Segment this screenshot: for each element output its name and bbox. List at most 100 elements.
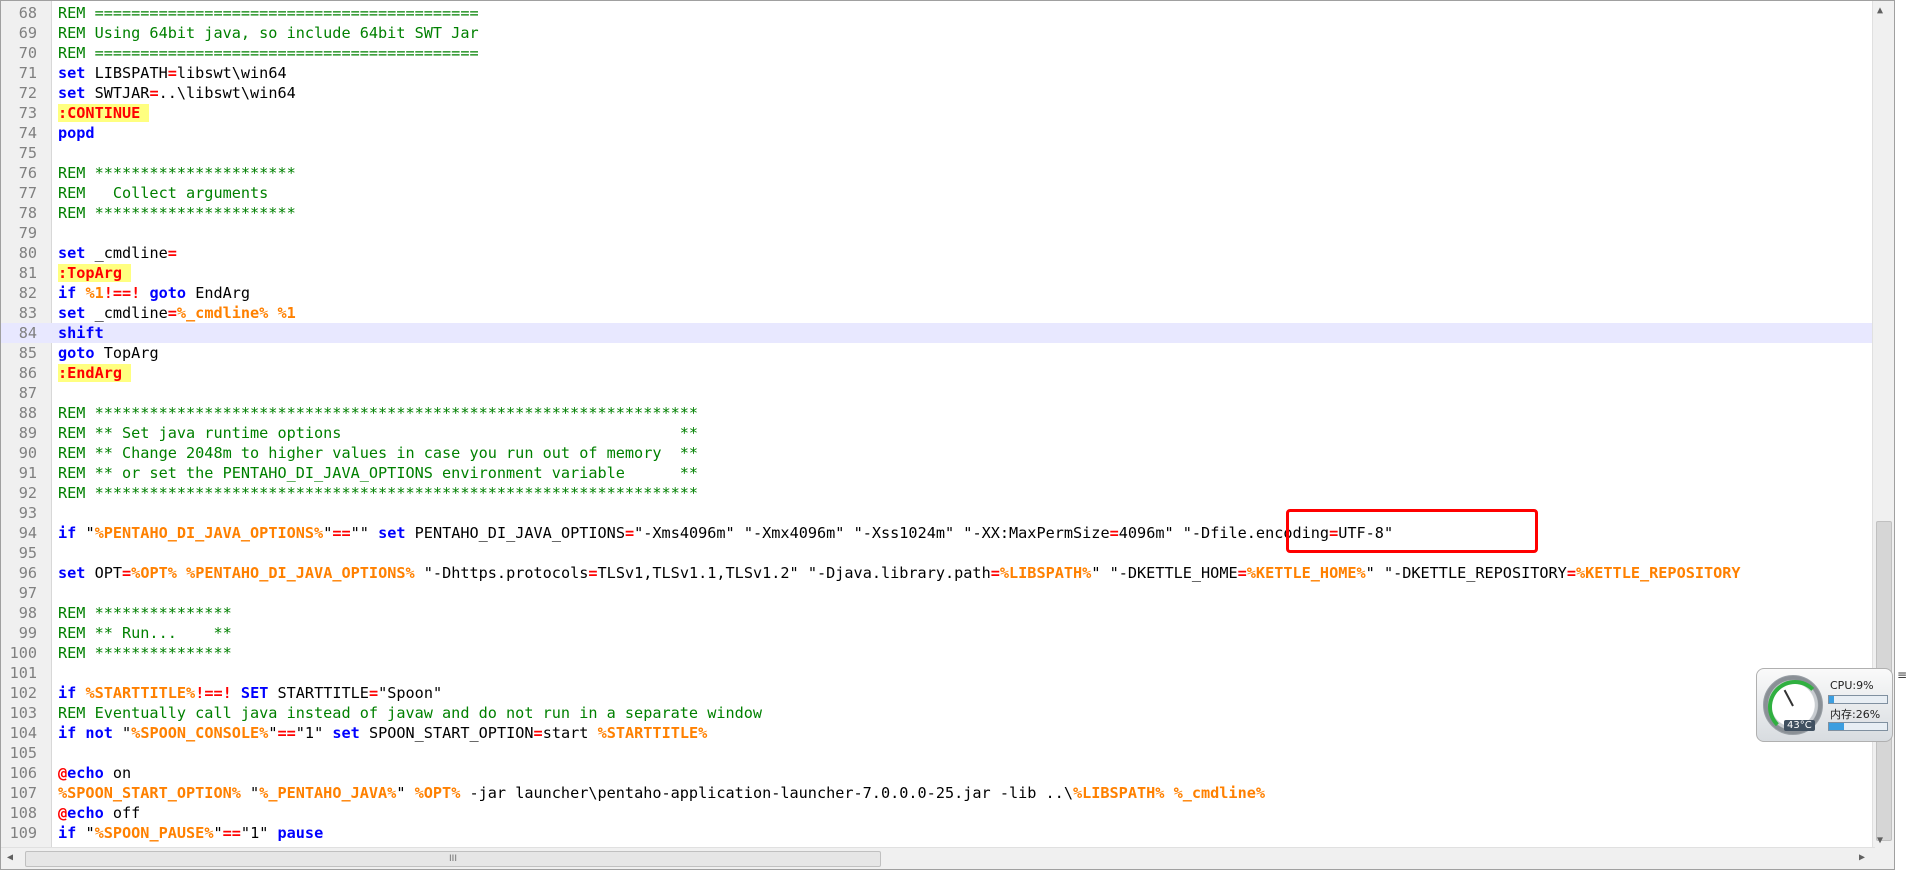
line-number: 96 <box>18 564 37 582</box>
code-line[interactable]: 85 goto TopArg <box>1 343 1894 363</box>
system-monitor-widget[interactable]: 43°C CPU:9% 内存:26% <box>1756 668 1893 742</box>
code-line[interactable]: 105 <box>1 743 1894 763</box>
code-token: TLSv1,TLSv1.1,TLSv1.2" "-Djava.library.p… <box>597 564 991 582</box>
code-line[interactable]: 76 REM ********************** <box>1 163 1894 183</box>
code-line[interactable]: 107 %SPOON_START_OPTION% "%_PENTAHO_JAVA%… <box>1 783 1894 803</box>
code-line[interactable]: 106 @echo on <box>1 763 1894 783</box>
code-line[interactable]: 74 popd <box>1 123 1894 143</box>
code-line[interactable]: 95 <box>1 543 1894 563</box>
line-code: :TopArg <box>58 263 132 283</box>
code-line[interactable]: 100 REM *************** <box>1 643 1894 663</box>
scroll-right-arrow-icon[interactable]: ▶ <box>1859 852 1865 863</box>
code-line[interactable]: 92 REM **********************************… <box>1 483 1894 503</box>
gauge-icon: 43°C <box>1763 675 1823 735</box>
code-line[interactable]: 72 set SWTJAR=..\libswt\win64 <box>1 83 1894 103</box>
code-token: = <box>1109 524 1119 542</box>
code-line[interactable]: 70 REM ==================================… <box>1 43 1894 63</box>
scrollbar-corner <box>1873 848 1894 869</box>
line-code: :EndArg <box>58 363 132 383</box>
scroll-up-arrow-icon[interactable]: ▲ <box>1877 5 1883 16</box>
code-line[interactable]: 83 set _cmdline=%_cmdline% %1 <box>1 303 1894 323</box>
code-token: %SPOON_PAUSE% <box>94 824 214 842</box>
line-code: if %1!==! goto EndArg <box>58 283 250 303</box>
code-line[interactable]: 94 if "%PENTAHO_DI_JAVA_OPTIONS%"=="" set… <box>1 523 1894 543</box>
line-code: goto TopArg <box>58 343 159 363</box>
code-token: "-Dhttps.protocols <box>414 564 589 582</box>
line-number: 81 <box>18 264 37 282</box>
code-token: %STARTTITLE% <box>597 724 708 742</box>
code-line[interactable]: 82 if %1!==! goto EndArg <box>1 283 1894 303</box>
code-token: OPT <box>85 564 123 582</box>
code-line[interactable]: 99 REM ** Run... ** <box>1 623 1894 643</box>
line-number: 74 <box>18 124 37 142</box>
code-token: == <box>332 524 351 542</box>
scroll-down-arrow-icon[interactable]: ▼ <box>1877 835 1883 846</box>
code-line[interactable]: 80 set _cmdline= <box>1 243 1894 263</box>
code-line[interactable]: 68 REM ==================================… <box>1 3 1894 23</box>
code-line[interactable]: 98 REM *************** <box>1 603 1894 623</box>
code-line[interactable]: 90 REM ** Change 2048m to higher values i… <box>1 443 1894 463</box>
code-token: set <box>332 724 360 742</box>
line-number: 86 <box>18 364 37 382</box>
code-line[interactable]: 86 :EndArg <box>1 363 1894 383</box>
widget-menu-icon[interactable]: ≡ <box>1897 668 1907 682</box>
memory-usage-fill <box>1829 723 1845 730</box>
line-number: 93 <box>18 504 37 522</box>
line-code: REM *************** <box>58 603 232 623</box>
line-number: 79 <box>18 224 37 242</box>
code-token: LIBSPATH <box>85 64 168 82</box>
line-number: 109 <box>9 824 37 842</box>
line-code: REM Collect arguments <box>58 183 268 203</box>
code-line[interactable]: 109 if "%SPOON_PAUSE%"=="1" pause <box>1 823 1894 843</box>
code-line[interactable]: 103 REM Eventually call java instead of j… <box>1 703 1894 723</box>
code-line[interactable]: 75 <box>1 143 1894 163</box>
line-code: REM ** or set the PENTAHO_DI_JAVA_OPTION… <box>58 463 698 483</box>
code-token: REM Eventually call java instead of java… <box>58 704 763 722</box>
scroll-left-arrow-icon[interactable]: ◀ <box>7 852 13 863</box>
code-line[interactable]: 81 :TopArg <box>1 263 1894 283</box>
code-token: REM Collect arguments <box>58 184 269 202</box>
code-token: REM *************** <box>58 604 232 622</box>
line-code: REM ********************** <box>58 203 296 223</box>
cpu-usage-bar <box>1828 695 1888 704</box>
code-line[interactable]: 96 set OPT=%OPT% %PENTAHO_DI_JAVA_OPTIONS… <box>1 563 1894 583</box>
code-line[interactable]: 73:CONTINUE <box>1 103 1894 123</box>
code-token: if <box>58 524 77 542</box>
scroll-grip-icon: III <box>449 854 457 864</box>
code-token: :CONTINUE <box>58 104 150 122</box>
code-token: :TopArg <box>58 264 132 282</box>
code-token: -jar launcher\pentaho-application-launch… <box>460 784 1073 802</box>
horizontal-scroll-thumb[interactable]: III <box>25 851 881 867</box>
line-number: 106 <box>9 764 37 782</box>
code-line[interactable]: 97 <box>1 583 1894 603</box>
code-token: !==! <box>103 284 141 302</box>
code-line[interactable]: 91 REM ** or set the PENTAHO_DI_JAVA_OPTI… <box>1 463 1894 483</box>
code-token: @ <box>58 804 68 822</box>
code-line[interactable]: 93 <box>1 503 1894 523</box>
code-token: _cmdline <box>85 244 168 262</box>
code-token: set <box>58 64 86 82</box>
code-line[interactable]: 108 @echo off <box>1 803 1894 823</box>
code-token: = <box>368 684 379 702</box>
highlight-annotation-box <box>1286 509 1538 553</box>
horizontal-scrollbar[interactable]: ◀ III ▶ <box>1 847 1875 869</box>
code-line[interactable]: 87 <box>1 383 1894 403</box>
code-line[interactable]: 79 <box>1 223 1894 243</box>
code-line[interactable]: 69 REM Using 64bit java, so include 64bit… <box>1 23 1894 43</box>
line-code: REM ** Set java runtime options ** <box>58 423 698 443</box>
code-token: = <box>533 724 543 742</box>
code-token: = <box>167 64 177 82</box>
code-line[interactable]: 102 if %STARTTITLE%!==! SET STARTTITLE="S… <box>1 683 1894 703</box>
code-editor[interactable]: 68 REM ==================================… <box>0 0 1895 870</box>
code-line[interactable]: 78 REM ********************** <box>1 203 1894 223</box>
code-line[interactable]: 101 <box>1 663 1894 683</box>
code-line[interactable]: 71 set LIBSPATH=libswt\win64 <box>1 63 1894 83</box>
code-token: "Spoon" <box>378 684 443 702</box>
code-line[interactable]: 104 if not "%SPOON_CONSOLE%"=="1" set SPO… <box>1 723 1894 743</box>
code-line[interactable]: 84 shift <box>1 323 1894 343</box>
code-token: @ <box>58 764 68 782</box>
code-line[interactable]: 88 REM **********************************… <box>1 403 1894 423</box>
line-code: set SWTJAR=..\libswt\win64 <box>58 83 296 103</box>
code-line[interactable]: 89 REM ** Set java runtime options ** <box>1 423 1894 443</box>
code-line[interactable]: 77 REM Collect arguments <box>1 183 1894 203</box>
